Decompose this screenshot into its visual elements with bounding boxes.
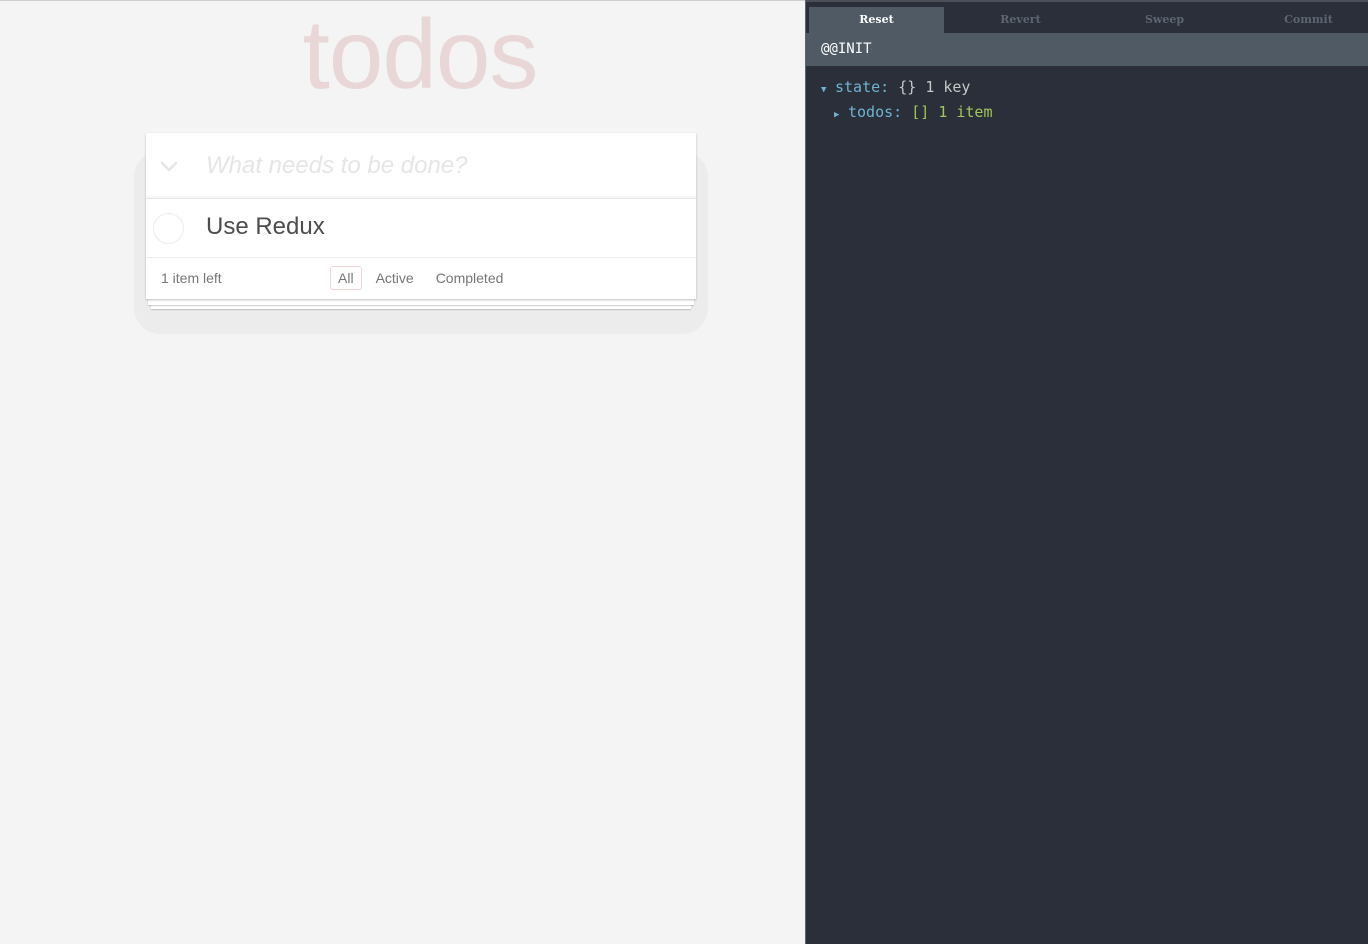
toggle-all-chevron-icon[interactable] [156,151,182,181]
state-key-count: 1 key [925,78,971,96]
todos-item-count: 1 item [938,103,993,121]
expanded-arrow-icon[interactable]: ▼ [821,79,835,101]
state-tree: ▼ state: {} 1 key ▶ todos: [] 1 item [821,76,993,126]
items-left-count: 1 item left [161,270,222,286]
state-tree-root[interactable]: ▼ state: {} 1 key [821,76,993,101]
todo-item-label[interactable]: Use Redux [206,212,325,242]
filter-list: All Active Completed [330,266,511,290]
new-todo-input[interactable] [206,147,676,185]
filter-all[interactable]: All [330,266,362,290]
redux-devtools-panel: Reset Revert Sweep Commit @@INIT ▼ state:… [805,0,1368,944]
state-brace: {} [898,78,917,96]
devtools-toolbar: Reset Revert Sweep Commit [806,0,1368,34]
reset-button[interactable]: Reset [809,7,944,34]
todo-item[interactable]: Use Redux [146,199,696,258]
todos-key[interactable]: todos: [848,103,902,121]
app-title: todos [302,0,539,109]
collapsed-arrow-icon[interactable]: ▶ [834,104,848,126]
state-tree-child-todos[interactable]: ▶ todos: [] 1 item [821,101,993,126]
state-key[interactable]: state: [835,78,889,96]
filter-active[interactable]: Active [368,266,422,290]
todo-app: todos Use Redux 1 item left All Active C… [0,0,805,944]
action-entry-init[interactable]: @@INIT [806,33,1368,66]
new-todo-row [146,133,696,199]
todo-toggle-checkbox[interactable] [153,213,184,244]
filter-completed[interactable]: Completed [428,266,512,290]
revert-button[interactable]: Revert [953,7,1088,34]
todo-footer: 1 item left All Active Completed [146,258,696,299]
sweep-button[interactable]: Sweep [1097,7,1232,34]
todos-bracket: [] [911,103,930,121]
commit-button[interactable]: Commit [1241,7,1368,34]
todo-card: Use Redux 1 item left All Active Complet… [146,133,696,299]
